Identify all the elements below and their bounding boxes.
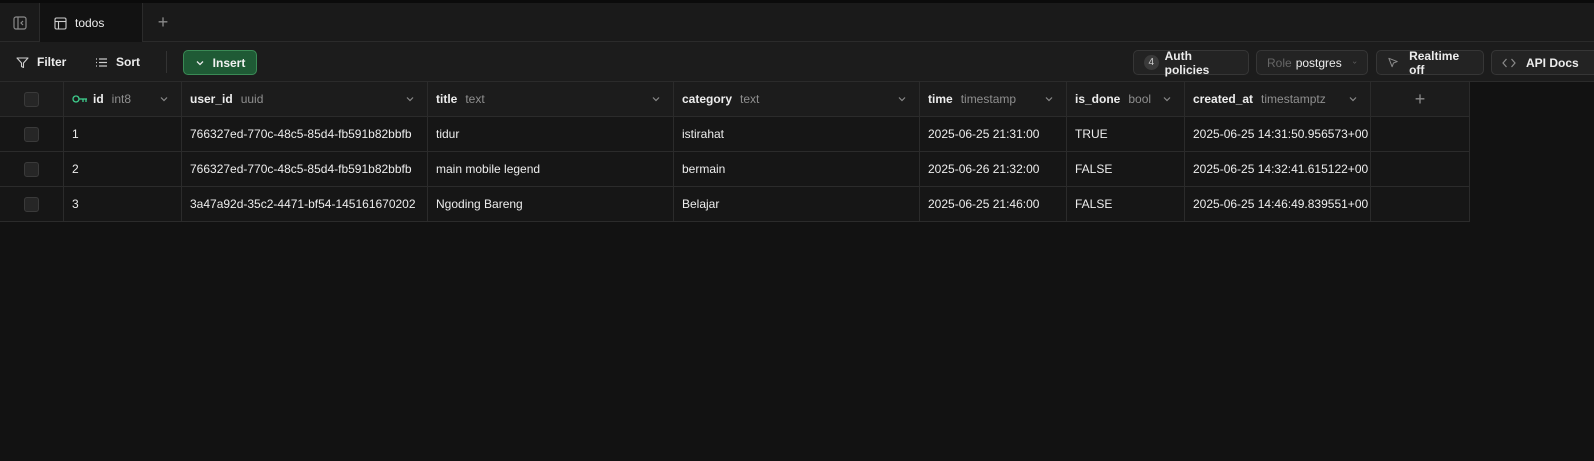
api-docs-button[interactable]: API Docs bbox=[1491, 50, 1594, 75]
column-type: timestamp bbox=[960, 92, 1017, 106]
cell-category[interactable]: bermain bbox=[674, 152, 920, 187]
empty-cell bbox=[1371, 152, 1470, 187]
cell-is-done[interactable]: TRUE bbox=[1067, 117, 1185, 152]
filter-label: Filter bbox=[37, 55, 67, 69]
cell-title[interactable]: Ngoding Bareng bbox=[428, 187, 674, 222]
add-column-button[interactable]: + bbox=[1371, 82, 1470, 117]
row-checkbox[interactable] bbox=[24, 126, 39, 142]
chevron-down-icon[interactable] bbox=[159, 94, 169, 104]
column-name: title bbox=[436, 92, 458, 106]
select-all-cell bbox=[0, 82, 64, 117]
new-tab-button[interactable]: + bbox=[143, 3, 183, 42]
cell-category[interactable]: istirahat bbox=[674, 117, 920, 152]
cell-id[interactable]: 3 bbox=[64, 187, 182, 222]
cell-category[interactable]: Belajar bbox=[674, 187, 920, 222]
top-border bbox=[0, 0, 1594, 3]
tab-label: todos bbox=[75, 16, 105, 30]
sort-button[interactable]: Sort bbox=[95, 50, 140, 74]
row-checkbox[interactable] bbox=[24, 161, 39, 177]
api-docs-label: API Docs bbox=[1526, 55, 1579, 70]
tab-bar: todos + bbox=[0, 0, 1594, 43]
realtime-toggle-button[interactable]: Realtime off bbox=[1376, 48, 1484, 77]
code-icon bbox=[1502, 58, 1516, 67]
cell-user-id[interactable]: 3a47a92d-35c2-4471-bf54-145161670202 bbox=[182, 187, 428, 222]
realtime-label: Realtime off bbox=[1409, 48, 1460, 77]
role-key-label: Role bbox=[1267, 55, 1292, 70]
column-header-created-at[interactable]: created_at timestamptz bbox=[1185, 82, 1371, 117]
policy-count-badge: 4 bbox=[1144, 55, 1159, 70]
sidebar-toggle-icon bbox=[12, 15, 27, 30]
cell-user-id[interactable]: 766327ed-770c-48c5-85d4-fb591b82bbfb bbox=[182, 117, 428, 152]
chevron-down-icon[interactable] bbox=[651, 94, 661, 104]
cell-is-done[interactable]: FALSE bbox=[1067, 187, 1185, 222]
role-selector[interactable]: Role postgres bbox=[1256, 50, 1368, 75]
filter-icon bbox=[16, 56, 29, 68]
insert-label: Insert bbox=[212, 55, 246, 70]
column-name: is_done bbox=[1075, 92, 1121, 106]
tab-todos[interactable]: todos bbox=[40, 3, 143, 43]
row-select-cell bbox=[0, 117, 64, 152]
column-header-title[interactable]: title text bbox=[428, 82, 674, 117]
cell-created-at[interactable]: 2025-06-25 14:32:41.615122+00 bbox=[1185, 152, 1371, 187]
column-type: timestamptz bbox=[1261, 92, 1326, 106]
column-header-id[interactable]: id int8 bbox=[64, 82, 182, 117]
chevron-down-icon[interactable] bbox=[1162, 94, 1172, 104]
sort-icon bbox=[96, 57, 107, 67]
cell-id[interactable]: 1 bbox=[64, 117, 182, 152]
cell-id[interactable]: 2 bbox=[64, 152, 182, 187]
plus-icon: + bbox=[1414, 88, 1426, 109]
chevron-down-icon bbox=[1352, 61, 1357, 64]
toolbar: Filter Sort Insert 4 Auth policies Role … bbox=[0, 42, 1594, 82]
cell-time[interactable]: 2025-06-25 21:46:00 bbox=[920, 187, 1067, 222]
cell-time[interactable]: 2025-06-26 21:32:00 bbox=[920, 152, 1067, 187]
sort-label: Sort bbox=[116, 55, 140, 69]
column-header-time[interactable]: time timestamp bbox=[920, 82, 1067, 117]
column-header-is-done[interactable]: is_done bool bbox=[1067, 82, 1185, 117]
auth-policies-label: Auth policies bbox=[1164, 48, 1210, 77]
chevron-down-icon[interactable] bbox=[1044, 94, 1054, 104]
cell-user-id[interactable]: 766327ed-770c-48c5-85d4-fb591b82bbfb bbox=[182, 152, 428, 187]
column-header-category[interactable]: category text bbox=[674, 82, 920, 117]
column-type: text bbox=[465, 92, 485, 106]
column-type: bool bbox=[1128, 92, 1152, 106]
toolbar-divider bbox=[166, 51, 167, 73]
toggle-sidebar-button[interactable] bbox=[0, 3, 40, 42]
cell-title[interactable]: main mobile legend bbox=[428, 152, 674, 187]
column-name: time bbox=[928, 92, 953, 106]
row-select-cell bbox=[0, 187, 64, 222]
cursor-icon bbox=[1388, 57, 1398, 68]
column-name: category bbox=[682, 92, 733, 106]
cell-is-done[interactable]: FALSE bbox=[1067, 152, 1185, 187]
column-name: id bbox=[93, 92, 104, 106]
select-all-checkbox[interactable] bbox=[24, 91, 39, 107]
cell-created-at[interactable]: 2025-06-25 14:31:50.956573+00 bbox=[1185, 117, 1371, 152]
empty-cell bbox=[1371, 117, 1470, 152]
column-name: user_id bbox=[190, 92, 233, 106]
row-checkbox[interactable] bbox=[24, 196, 39, 212]
column-header-user-id[interactable]: user_id uuid bbox=[182, 82, 428, 117]
cell-title[interactable]: tidur bbox=[428, 117, 674, 152]
chevron-down-icon[interactable] bbox=[405, 94, 415, 104]
filter-button[interactable]: Filter bbox=[16, 50, 66, 74]
auth-policies-button[interactable]: 4 Auth policies bbox=[1133, 48, 1249, 77]
column-type: int8 bbox=[111, 92, 132, 106]
table-icon bbox=[54, 16, 67, 30]
chevron-down-icon bbox=[196, 60, 204, 65]
primary-key-icon bbox=[72, 95, 87, 103]
cell-created-at[interactable]: 2025-06-25 14:46:49.839551+00 bbox=[1185, 187, 1371, 222]
chevron-down-icon[interactable] bbox=[1348, 94, 1358, 104]
chevron-down-icon[interactable] bbox=[897, 94, 907, 104]
cell-time[interactable]: 2025-06-25 21:31:00 bbox=[920, 117, 1067, 152]
insert-button[interactable]: Insert bbox=[183, 50, 257, 75]
empty-cell bbox=[1371, 187, 1470, 222]
column-type: uuid bbox=[240, 92, 264, 106]
column-name: created_at bbox=[1193, 92, 1254, 106]
column-type: text bbox=[740, 92, 760, 106]
plus-icon: + bbox=[157, 12, 169, 32]
role-value: postgres bbox=[1295, 55, 1342, 70]
row-select-cell bbox=[0, 152, 64, 187]
